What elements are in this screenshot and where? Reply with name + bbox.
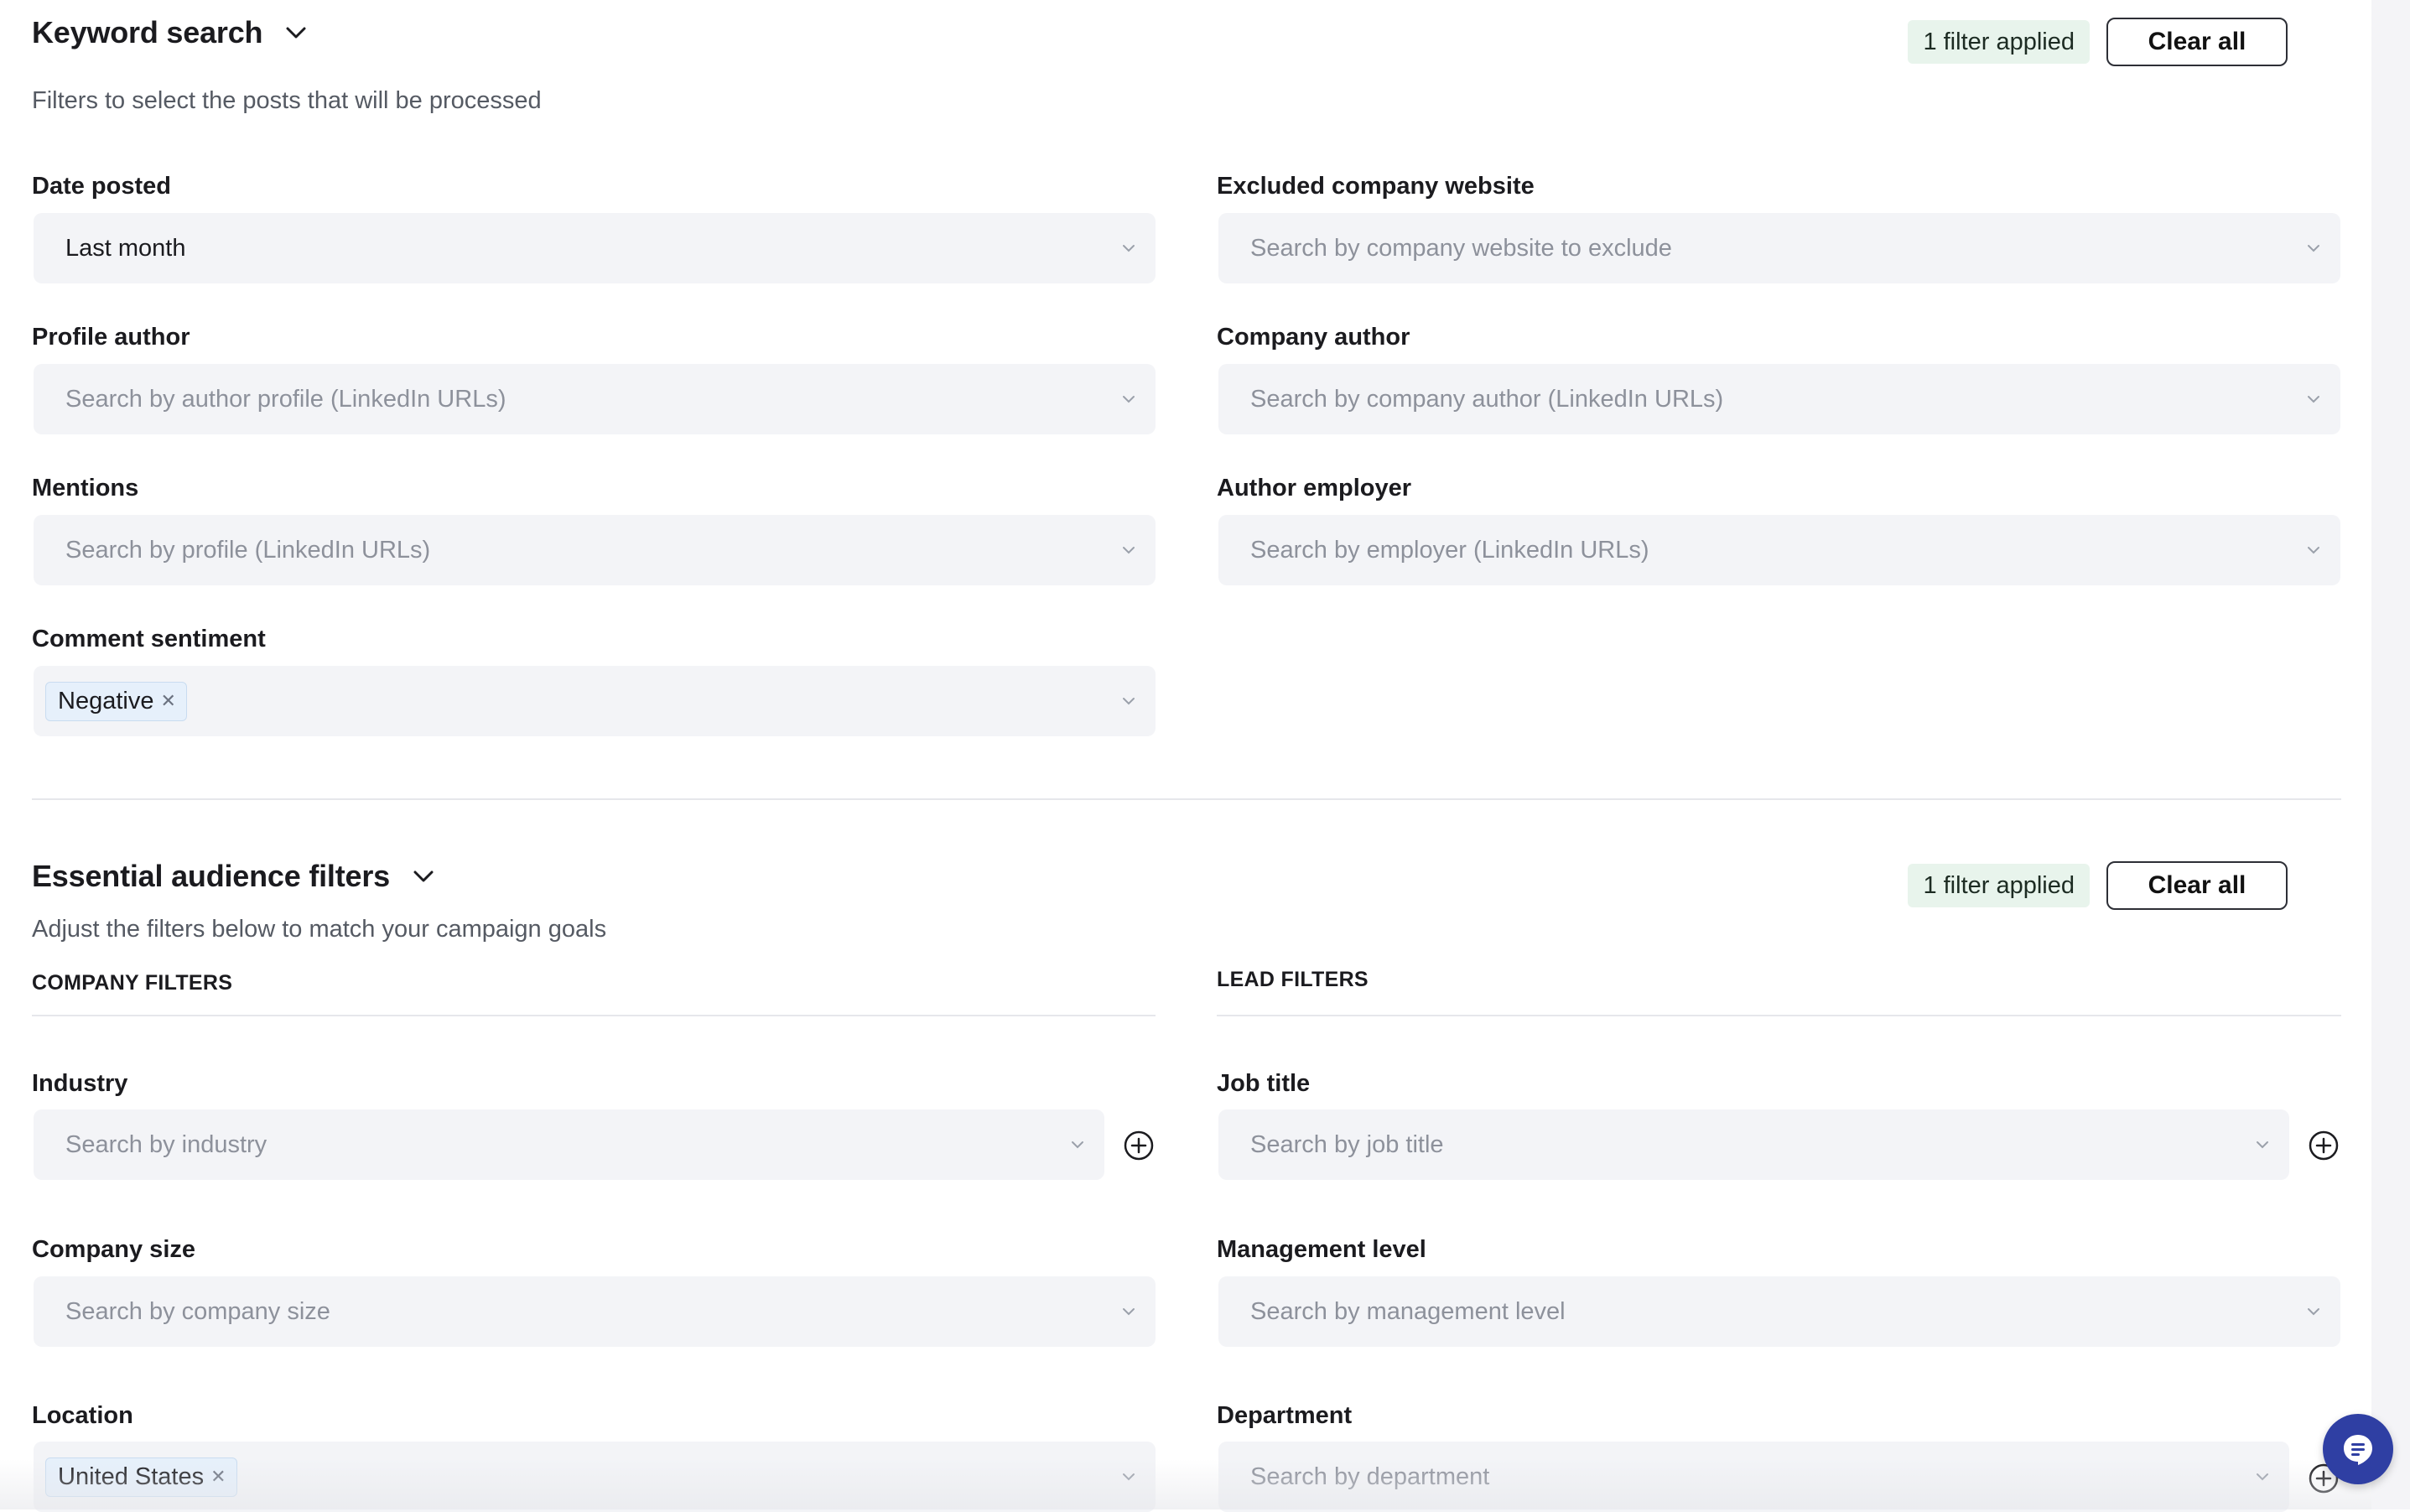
lead-filters-heading: LEAD FILTERS — [1217, 968, 1369, 991]
audience-filter-meta: 1 filter applied Clear all — [1908, 861, 2288, 910]
management-level-placeholder: Search by management level — [1250, 1297, 1566, 1325]
department-select[interactable]: Search by department — [1218, 1442, 2289, 1512]
company-size-select[interactable]: Search by company size — [34, 1276, 1156, 1347]
job-title-select[interactable]: Search by job title — [1218, 1109, 2289, 1180]
date-posted-label: Date posted — [32, 173, 171, 200]
audience-filters-title: Essential audience filters — [32, 859, 390, 893]
close-icon[interactable]: ✕ — [160, 692, 175, 710]
audience-filters-header[interactable]: Essential audience filters — [32, 859, 439, 894]
chevron-down-icon[interactable] — [408, 861, 439, 891]
company-author-placeholder: Search by company author (LinkedIn URLs) — [1250, 385, 1724, 413]
mentions-select[interactable]: Search by profile (LinkedIn URLs) — [34, 515, 1156, 585]
chevron-down-icon — [1123, 1308, 1135, 1316]
company-filters-heading: COMPANY FILTERS — [32, 971, 233, 995]
filters-page: Keyword search Filters to select the pos… — [0, 0, 2371, 1512]
location-chip: United States ✕ — [45, 1457, 237, 1497]
location-select[interactable]: United States ✕ — [34, 1442, 1156, 1512]
date-posted-value: Last month — [65, 234, 186, 262]
profile-author-select[interactable]: Search by author profile (LinkedIn URLs) — [34, 364, 1156, 434]
chevron-down-icon — [2308, 1308, 2319, 1316]
comment-sentiment-label: Comment sentiment — [32, 626, 266, 652]
chevron-down-icon — [1123, 396, 1135, 403]
keyword-filter-meta: 1 filter applied Clear all — [1908, 18, 2288, 66]
mentions-placeholder: Search by profile (LinkedIn URLs) — [65, 536, 431, 564]
department-label: Department — [1217, 1402, 1353, 1429]
industry-select[interactable]: Search by industry — [34, 1109, 1104, 1180]
chevron-down-icon[interactable] — [281, 18, 311, 48]
keyword-search-header[interactable]: Keyword search — [32, 15, 311, 50]
plus-circle-icon — [1124, 1130, 1154, 1161]
chevron-down-icon — [1123, 547, 1135, 554]
management-level-label: Management level — [1217, 1236, 1426, 1263]
date-posted-select[interactable]: Last month — [34, 213, 1156, 283]
management-level-select[interactable]: Search by management level — [1218, 1276, 2340, 1347]
keyword-search-title: Keyword search — [32, 15, 263, 49]
excluded-company-website-placeholder: Search by company website to exclude — [1250, 234, 1672, 262]
department-placeholder: Search by department — [1250, 1463, 1490, 1490]
author-employer-select[interactable]: Search by employer (LinkedIn URLs) — [1218, 515, 2340, 585]
clear-all-button[interactable]: Clear all — [2106, 18, 2288, 66]
filter-count-badge: 1 filter applied — [1908, 864, 2090, 907]
excluded-company-website-select[interactable]: Search by company website to exclude — [1218, 213, 2340, 283]
scrollbar-track[interactable] — [2371, 0, 2410, 1509]
location-label: Location — [32, 1402, 133, 1429]
clear-all-button[interactable]: Clear all — [2106, 861, 2288, 910]
add-job-title-button[interactable] — [2307, 1129, 2340, 1162]
sentiment-chip-label: Negative — [58, 687, 154, 714]
lead-filters-divider — [1217, 1015, 2341, 1016]
author-employer-label: Author employer — [1217, 475, 1412, 501]
profile-author-placeholder: Search by author profile (LinkedIn URLs) — [65, 385, 506, 413]
chat-button[interactable] — [2323, 1414, 2393, 1484]
comment-sentiment-select[interactable]: Negative ✕ — [34, 666, 1156, 736]
job-title-label: Job title — [1217, 1070, 1311, 1097]
chat-icon — [2344, 1435, 2372, 1465]
company-size-label: Company size — [32, 1236, 195, 1263]
chevron-down-icon — [2308, 245, 2319, 252]
sentiment-chip: Negative ✕ — [45, 681, 187, 721]
company-filters-divider — [32, 1015, 1156, 1016]
chevron-down-icon — [2308, 547, 2319, 554]
industry-placeholder: Search by industry — [65, 1130, 267, 1158]
chevron-down-icon — [2257, 1141, 2268, 1149]
keyword-search-subtitle: Filters to select the posts that will be… — [32, 87, 542, 114]
company-size-placeholder: Search by company size — [65, 1297, 330, 1325]
chevron-down-icon — [1123, 245, 1135, 252]
section-divider — [32, 798, 2341, 800]
author-employer-placeholder: Search by employer (LinkedIn URLs) — [1250, 536, 1649, 564]
profile-author-label: Profile author — [32, 324, 190, 351]
chevron-down-icon — [1072, 1141, 1083, 1149]
chevron-down-icon — [2257, 1473, 2268, 1481]
chevron-down-icon — [2308, 396, 2319, 403]
filter-count-badge: 1 filter applied — [1908, 20, 2090, 64]
add-industry-button[interactable] — [1122, 1129, 1156, 1162]
audience-filters-subtitle: Adjust the filters below to match your c… — [32, 916, 607, 943]
close-icon[interactable]: ✕ — [210, 1468, 226, 1486]
mentions-label: Mentions — [32, 475, 139, 501]
chevron-down-icon — [1123, 698, 1135, 705]
job-title-placeholder: Search by job title — [1250, 1130, 1444, 1158]
location-chip-label: United States — [58, 1463, 205, 1490]
excluded-company-website-label: Excluded company website — [1217, 173, 1535, 200]
chevron-down-icon — [1123, 1473, 1135, 1481]
plus-circle-icon — [2309, 1130, 2339, 1161]
company-author-select[interactable]: Search by company author (LinkedIn URLs) — [1218, 364, 2340, 434]
industry-label: Industry — [32, 1070, 128, 1097]
company-author-label: Company author — [1217, 324, 1410, 351]
